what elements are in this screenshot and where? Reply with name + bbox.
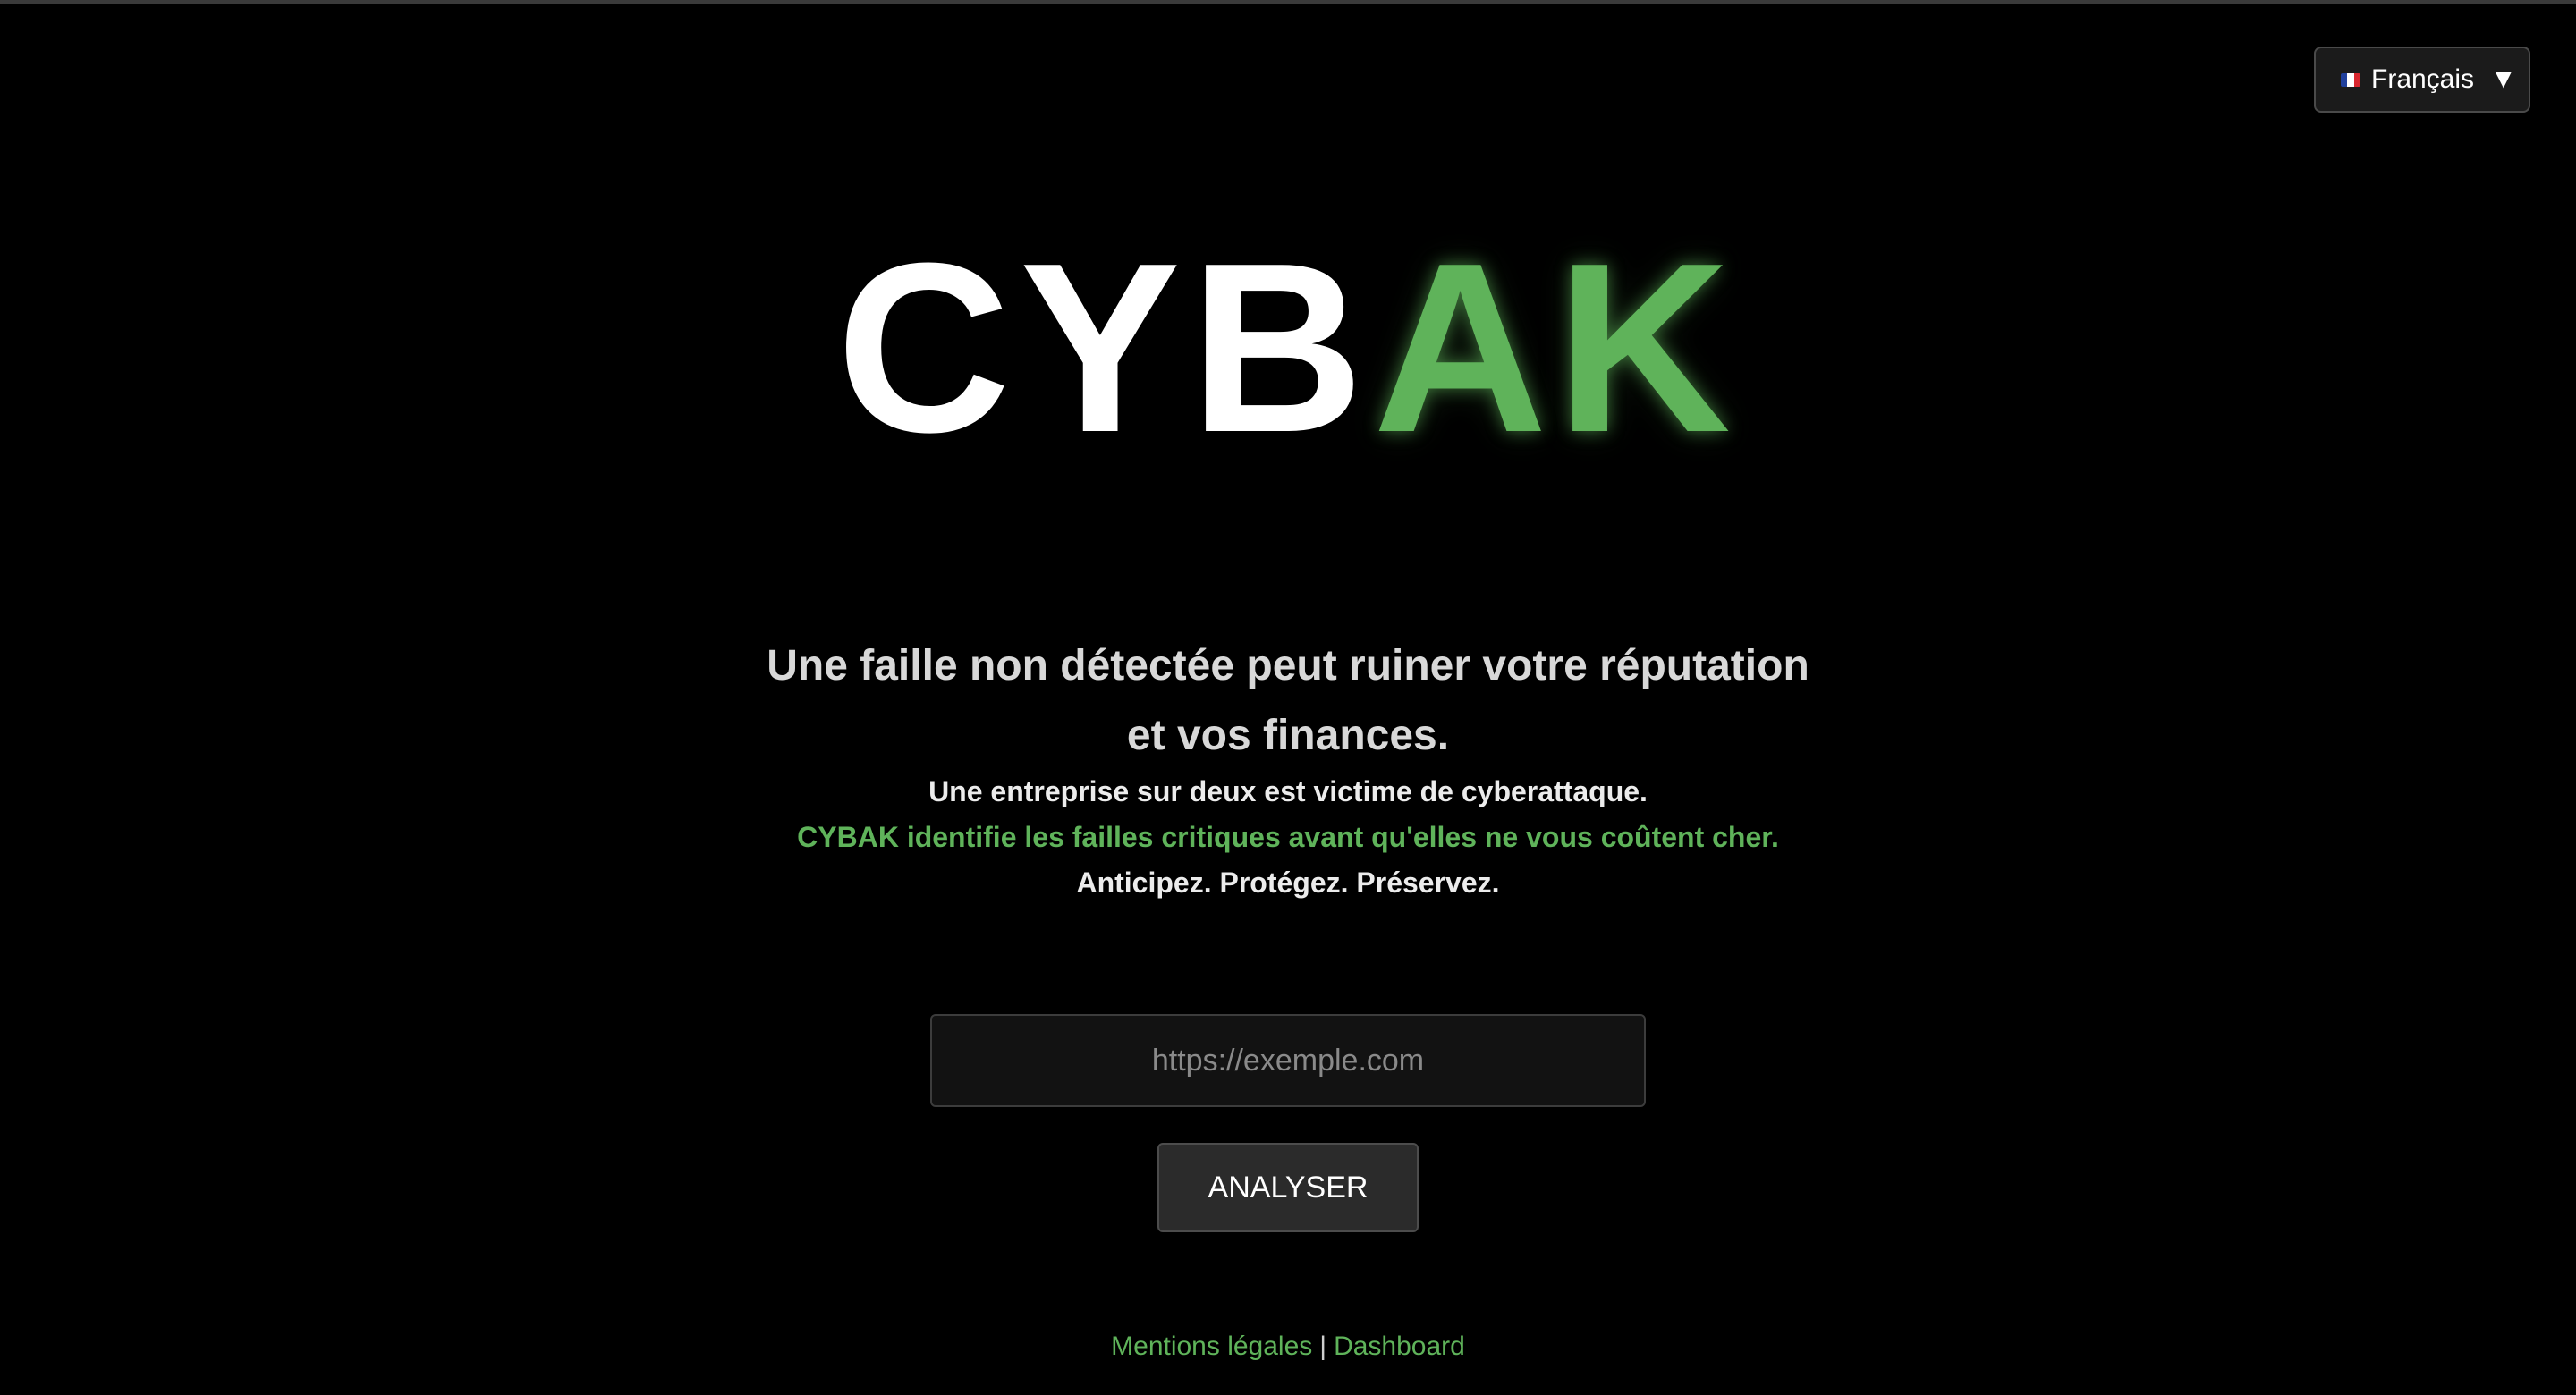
france-flag-icon (2341, 72, 2360, 87)
cybak-logo: CYBAK (0, 215, 2576, 483)
url-input[interactable] (930, 1014, 1646, 1107)
hero-subline-1: Une entreprise sur deux est victime de c… (928, 775, 1648, 807)
hero-headline: Une faille non détectée peut ruiner votr… (0, 631, 2576, 771)
logo-part-green: AK (1373, 214, 1741, 483)
footer-separator: | (1319, 1332, 1327, 1361)
language-label: Français (2371, 64, 2475, 94)
chevron-down-icon: ▼ (2490, 64, 2517, 94)
dashboard-link[interactable]: Dashboard (1334, 1332, 1465, 1361)
landing-page: Français ▼ CYBAK Une faille non détectée… (0, 0, 2576, 1395)
logo-part-white: CYB (835, 214, 1374, 483)
analyze-button[interactable]: ANALYSER (1157, 1143, 1419, 1232)
top-border (0, 0, 2576, 4)
headline-line-1: Une faille non détectée peut ruiner votr… (767, 642, 1809, 689)
footer: Mentions légales | Dashboard (0, 1327, 2576, 1366)
language-selector[interactable]: Français ▼ (2314, 46, 2530, 113)
headline-line-2: et vos finances. (1126, 712, 1450, 759)
hero-subline-3: Anticipez. Protégez. Préservez. (1076, 867, 1500, 899)
hero-subline-2: CYBAK identifie les failles critiques av… (797, 821, 1779, 853)
legal-notice-link[interactable]: Mentions légales (1111, 1332, 1312, 1361)
